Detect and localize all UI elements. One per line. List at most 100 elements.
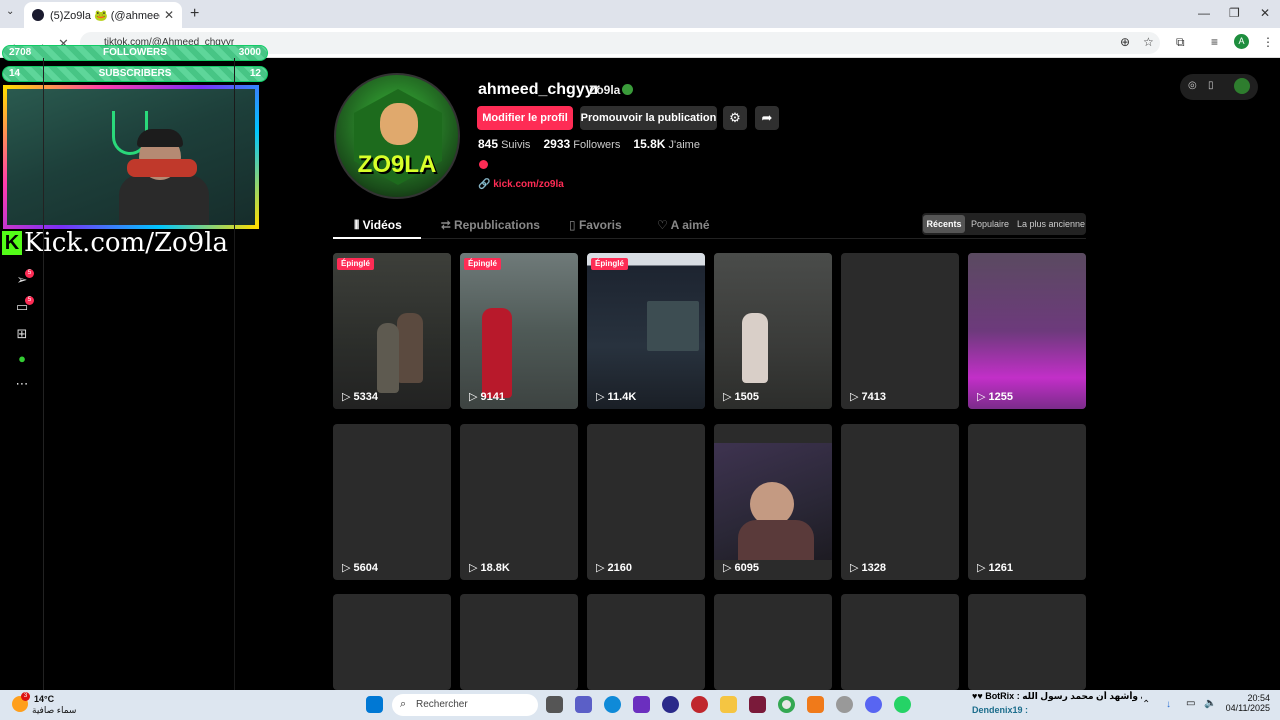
top-right-toolbar: ◎ ▯ [1180,74,1258,100]
active-tab-indicator [333,237,421,239]
view-count: ▷ 2160 [596,562,632,574]
video-card-loading[interactable] [587,594,705,690]
streamer-hair [137,129,183,147]
profile-nickname: Zo9la [589,83,621,97]
pinned-badge: Épinglé [464,258,501,270]
app-gray-icon[interactable] [836,696,853,713]
app-red-icon[interactable] [691,696,708,713]
tiktok-sidebar: ➢ 5 ▭ 5 ⊞ ● ⋯ [0,58,44,690]
device-icon[interactable]: ▯ [1208,80,1214,91]
tab-liked[interactable]: ♡ A aimé [657,218,710,232]
share-icon[interactable]: ➦ [755,106,779,130]
app-v-icon[interactable] [749,696,766,713]
tab-favorites[interactable]: ▯ Favoris [569,218,622,232]
messages-badge: 5 [25,269,34,278]
tab-videos[interactable]: ⦀ Vidéos [354,218,402,233]
video-card[interactable]: Épinglé ▷ 9141 [460,253,578,409]
tiktok-favicon-icon [32,9,44,21]
video-card-loading[interactable] [968,594,1086,690]
avatar-face [380,103,418,145]
more-icon[interactable]: ⋯ [14,376,30,392]
avatar-logo-text: ZO9LA [357,151,437,178]
explore-icon[interactable]: ◎ [1188,80,1197,91]
sort-recent[interactable]: Récents [923,215,965,233]
video-card-loading[interactable] [333,594,451,690]
sort-popular[interactable]: Populaire [971,219,1009,229]
video-card-loading[interactable] [841,594,959,690]
video-card[interactable]: ▷ 1261 [968,424,1086,580]
tabs-divider [333,238,1086,239]
taskbar-search[interactable]: ⌕ Rechercher [392,694,538,716]
file-explorer-icon[interactable] [720,696,737,713]
profile-nav-icon[interactable]: ● [14,351,30,366]
followers-stat[interactable]: 2933 Followers [544,137,621,151]
promote-post-button[interactable]: Promouvoir la publication [580,106,717,130]
more-menu-icon[interactable]: ⋮ [1262,35,1274,49]
close-window-icon[interactable]: ✕ [1260,6,1270,20]
video-card[interactable]: ▷ 6095 [714,424,832,580]
followers-goal: 3000 [238,47,261,58]
zoom-icon[interactable]: ⊕ [1120,35,1130,49]
teams-icon[interactable] [575,696,592,713]
windows-start-icon[interactable] [366,696,383,713]
view-count: ▷ 6095 [723,562,759,574]
video-card[interactable]: ▷ 2160 [587,424,705,580]
video-card[interactable]: Épinglé ▷ 11.4K [587,253,705,409]
minimize-icon[interactable]: — [1198,6,1210,20]
account-avatar[interactable] [1234,78,1250,94]
media-controls-icon[interactable]: ≡ [1211,35,1218,49]
followers-label: FOLLOWERS [103,47,167,58]
chrome-icon[interactable] [778,696,795,713]
sort-oldest[interactable]: La plus ancienne [1017,219,1085,229]
app-a-icon[interactable] [807,696,824,713]
inbox-badge: 5 [25,296,34,305]
view-count: ▷ 5334 [342,391,378,403]
extensions-icon[interactable]: ⧉ [1176,35,1185,50]
taskbar-clock[interactable]: 20:54 04/11/2025 [1224,693,1270,713]
video-card[interactable]: ▷ 5604 [333,424,451,580]
task-view-icon[interactable] [546,696,563,713]
profile-username: ahmeed_chgyyr [478,81,600,98]
bookmark-star-icon[interactable]: ☆ [1143,35,1154,49]
video-card[interactable]: ▷ 1328 [841,424,959,580]
video-card[interactable]: ▷ 1255 [968,253,1086,409]
following-stat[interactable]: 845 Suivis [478,137,530,151]
new-tab-button[interactable]: + [190,5,199,23]
app-circle-icon[interactable] [662,696,679,713]
browser-tab[interactable]: (5)Zo9la 🐸 (@ahmeed_chgyyr ✕ [24,2,182,28]
app-b-icon[interactable] [633,696,650,713]
view-count: ▷ 1255 [977,391,1013,403]
link-icon: 🔗 [478,179,491,190]
video-card-loading[interactable] [460,594,578,690]
tray-chevron-icon[interactable]: ⌃ [1142,699,1150,710]
video-card[interactable]: ▷ 7413 [841,253,959,409]
video-card-loading[interactable] [714,594,832,690]
video-card[interactable]: Épinglé ▷ 5334 [333,253,451,409]
edit-profile-button[interactable]: Modifier le profil [477,106,573,130]
search-icon: ⌕ [400,698,407,710]
temperature: 14°C [34,694,55,704]
maximize-icon[interactable]: ❐ [1229,6,1240,20]
sort-toggle: Récents Populaire La plus ancienne [922,213,1086,235]
tray-download-icon[interactable]: ↓ [1166,699,1171,710]
chat-overlay: ♥♥ BotRix : أشهد أن لا إله إلا الله وأشه… [972,691,1142,715]
video-card[interactable]: ▷ 1505 [714,253,832,409]
search-placeholder: Rechercher [416,699,468,710]
profile-avatar[interactable]: A [1234,34,1249,49]
edge-icon[interactable] [604,696,621,713]
profile-link[interactable]: 🔗 kick.com/zo9la [478,179,564,190]
tab-search-icon[interactable]: ⌄ [6,6,14,17]
tab-reposts[interactable]: ⮂ Republications [441,218,540,233]
sidebar-divider [234,58,235,690]
volume-icon[interactable]: 🔈 [1204,698,1216,709]
whatsapp-icon[interactable] [894,696,911,713]
settings-gear-icon[interactable]: ⚙ [723,106,747,130]
network-icon[interactable]: ▭ [1186,698,1195,709]
upload-icon[interactable]: ⊞ [14,326,30,342]
profile-avatar-large[interactable]: ZO9LA [334,73,460,199]
video-card[interactable]: ▷ 18.8K [460,424,578,580]
discord-icon[interactable] [865,696,882,713]
view-count: ▷ 1261 [977,562,1013,574]
tab-close-icon[interactable]: ✕ [164,8,174,22]
clock-time: 20:54 [1247,693,1270,703]
